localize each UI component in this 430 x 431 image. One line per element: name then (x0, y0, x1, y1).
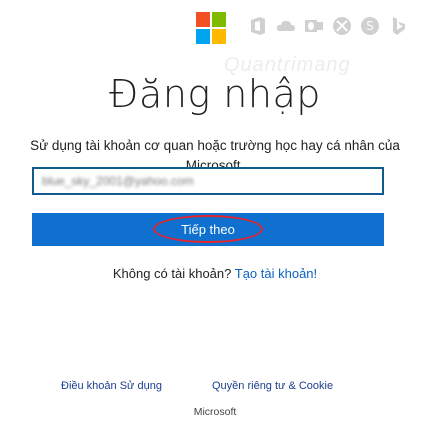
microsoft-logo (196, 12, 226, 44)
skype-icon: S (359, 15, 381, 37)
outlook-icon (303, 15, 325, 37)
create-account-link[interactable]: Tạo tài khoản! (235, 266, 317, 281)
service-icons: S (247, 15, 409, 37)
no-account-text: Không có tài khoản? (112, 266, 232, 281)
no-account-row: Không có tài khoản? Tạo tài khoản! (0, 266, 430, 281)
office-icon (247, 15, 269, 37)
header: S (0, 8, 430, 48)
footer-brand: Microsoft (193, 406, 237, 418)
next-button[interactable]: Tiếp theo (32, 213, 384, 246)
bing-icon (387, 15, 409, 37)
email-input[interactable] (34, 169, 382, 193)
xbox-icon (331, 15, 353, 37)
highlight-annotation (153, 215, 263, 243)
onedrive-icon (275, 15, 297, 37)
email-field[interactable] (32, 167, 384, 195)
privacy-link[interactable]: Quyền riêng tư & Cookie (212, 380, 333, 392)
svg-text:S: S (366, 19, 374, 33)
terms-link[interactable]: Điều khoản Sử dụng (61, 380, 162, 392)
page-title: Đăng nhập (109, 72, 321, 116)
